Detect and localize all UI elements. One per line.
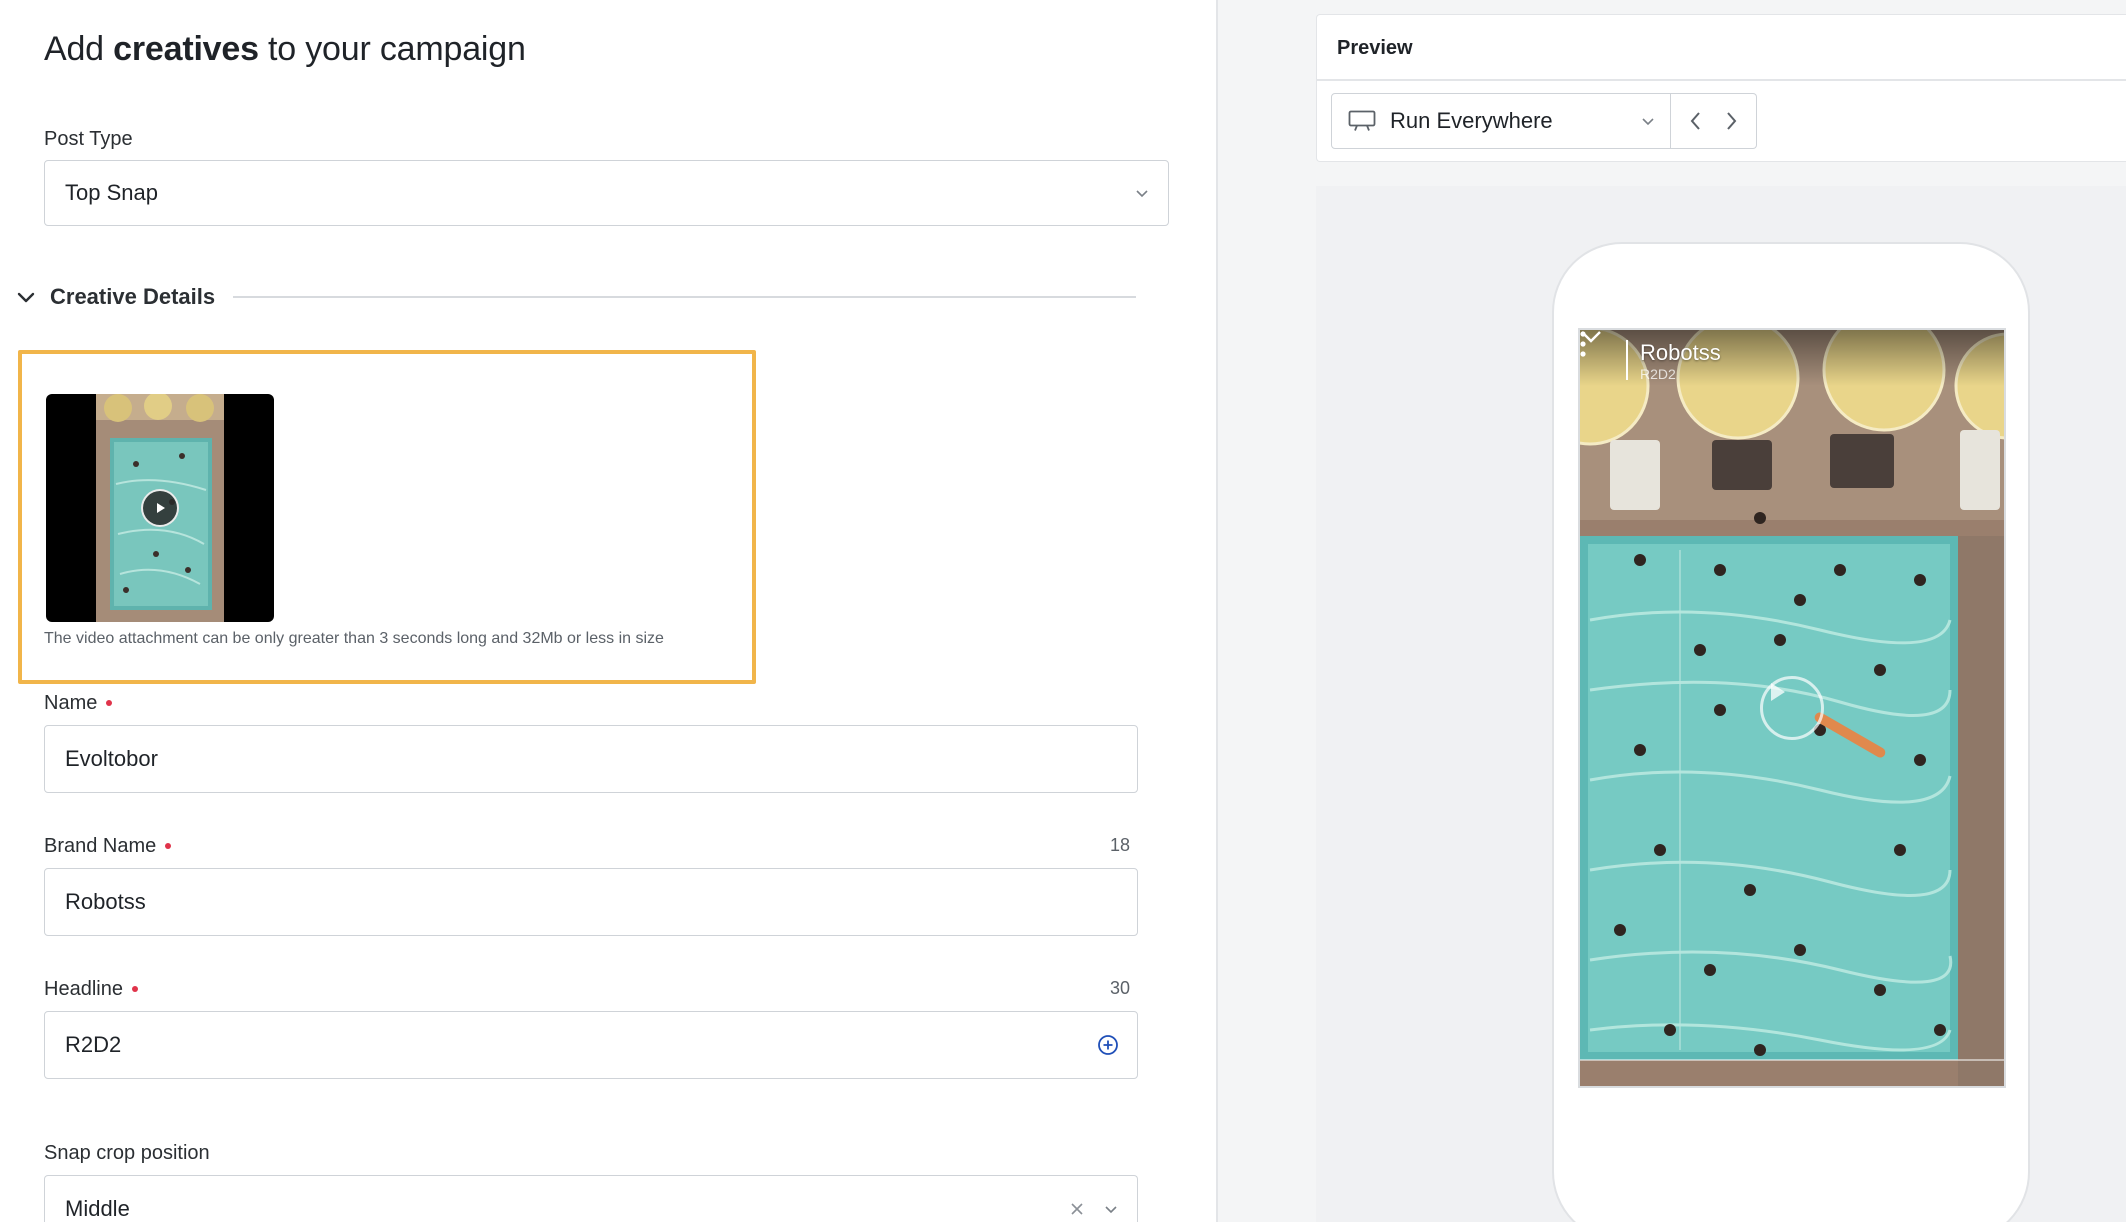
brand-name-counter: 18 xyxy=(1110,835,1131,855)
play-icon[interactable] xyxy=(141,489,179,527)
name-label: Name xyxy=(44,692,113,715)
crop-position-label: Snap crop position xyxy=(44,1142,210,1164)
monitor-icon xyxy=(1348,110,1376,131)
brand-name-value: Robotss xyxy=(65,889,146,914)
name-input[interactable]: Evoltobor xyxy=(44,725,1138,793)
creative-details-header[interactable]: Creative Details xyxy=(16,282,1136,312)
brand-name-label: Brand Name xyxy=(44,835,172,858)
add-circle-icon[interactable] xyxy=(1097,1034,1119,1056)
preview-title: Preview xyxy=(1337,37,1413,59)
required-indicator xyxy=(131,985,138,992)
snap-preview-screen[interactable]: Robotss R2D2 xyxy=(1578,328,2006,1088)
more-vertical-icon[interactable] xyxy=(1580,330,1586,358)
post-type-label: Post Type xyxy=(44,128,133,150)
page-title-bold: creatives xyxy=(113,30,259,68)
page-title-suffix: to your campaign xyxy=(258,30,526,68)
snap-brand-name: Robotss xyxy=(1640,340,1721,365)
snap-headline: R2D2 xyxy=(1640,366,1676,382)
brand-name-input[interactable]: Robotss xyxy=(44,868,1138,936)
placement-value: Run Everywhere xyxy=(1390,108,1553,133)
upload-hint: The video attachment can be only greater… xyxy=(44,630,664,647)
page-title: Add creatives to your campaign xyxy=(44,30,526,69)
video-thumbnail[interactable] xyxy=(46,394,274,622)
chevron-down-icon xyxy=(1136,190,1148,198)
crop-position-select[interactable]: Middle xyxy=(44,1175,1138,1222)
name-value: Evoltobor xyxy=(65,746,158,771)
play-icon[interactable] xyxy=(1760,676,1824,740)
chevron-right-icon[interactable] xyxy=(1722,110,1740,132)
creative-form-panel: Add creatives to your campaign Post Type… xyxy=(0,0,1216,1222)
chevron-left-icon[interactable] xyxy=(1687,110,1705,132)
snap-profile-bar xyxy=(1626,340,1628,380)
chevron-down-icon xyxy=(1642,118,1654,126)
chevron-down-icon[interactable] xyxy=(16,287,36,307)
headline-input[interactable]: R2D2 xyxy=(44,1011,1138,1079)
placement-select[interactable]: Run Everywhere xyxy=(1331,93,1671,149)
headline-counter: 30 xyxy=(1110,978,1131,998)
preview-toolbar: Preview Run Everywhere xyxy=(1316,14,2126,162)
chevron-down-icon[interactable] xyxy=(1103,1201,1119,1217)
required-indicator xyxy=(106,699,113,706)
page-title-prefix: Add xyxy=(44,30,114,68)
video-upload-box[interactable]: The video attachment can be only greater… xyxy=(18,350,756,684)
required-indicator xyxy=(165,842,172,849)
post-type-value: Top Snap xyxy=(65,180,158,205)
post-type-select[interactable]: Top Snap xyxy=(44,160,1169,226)
section-divider xyxy=(233,296,1136,298)
creative-details-title: Creative Details xyxy=(50,284,216,309)
close-icon[interactable] xyxy=(1069,1201,1085,1217)
preview-divider xyxy=(1317,79,2126,81)
crop-position-value: Middle xyxy=(65,1195,130,1221)
headline-value: R2D2 xyxy=(65,1032,122,1057)
preview-nav xyxy=(1671,93,1757,149)
headline-label: Headline xyxy=(44,978,138,1001)
